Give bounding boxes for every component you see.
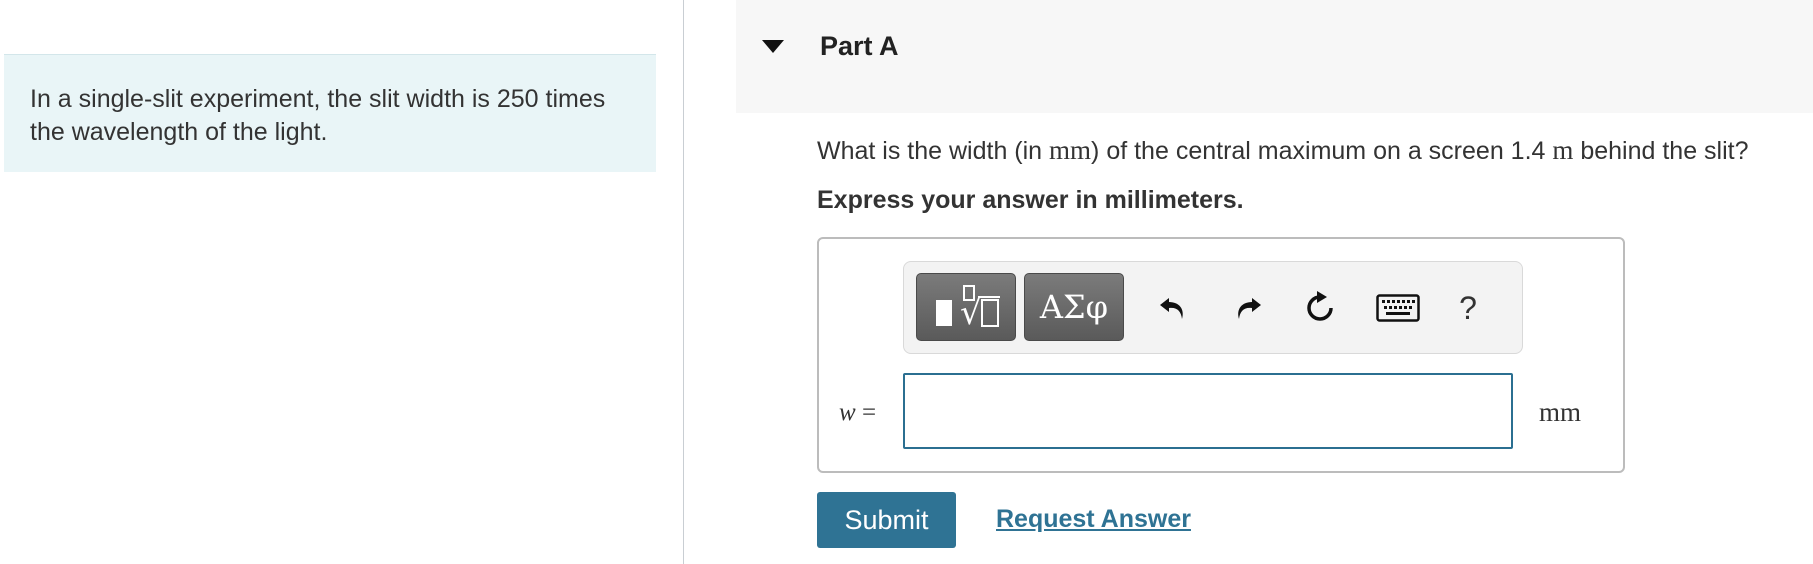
answer-variable: w xyxy=(839,399,856,426)
keyboard-icon[interactable] xyxy=(1370,284,1426,332)
panel-divider xyxy=(683,0,684,564)
problem-intro-panel: In a single-slit experiment, the slit wi… xyxy=(0,0,682,564)
svg-text:√: √ xyxy=(960,293,982,330)
problem-intro: In a single-slit experiment, the slit wi… xyxy=(4,54,656,172)
question-text-end: behind the slit? xyxy=(1573,137,1749,165)
part-title: Part A xyxy=(820,31,899,61)
question-unit-mm: mm xyxy=(1049,135,1092,165)
templates-button[interactable]: √ xyxy=(916,273,1016,341)
answer-box: √ ΑΣφ ? w = mm xyxy=(817,237,1625,473)
templates-icon: √ xyxy=(926,280,1006,335)
greek-symbols-button[interactable]: ΑΣφ xyxy=(1024,273,1124,341)
question-unit-m: m xyxy=(1552,135,1574,165)
undo-icon[interactable] xyxy=(1149,284,1197,332)
question-text-start: What is the width (in xyxy=(817,137,1050,165)
answer-input[interactable] xyxy=(903,373,1513,449)
redo-icon[interactable] xyxy=(1224,284,1272,332)
math-toolbar: √ ΑΣφ ? xyxy=(903,261,1523,354)
answer-unit: mm xyxy=(1539,397,1582,427)
request-answer-link[interactable]: Request Answer xyxy=(996,505,1191,534)
question-text-middle: ) of the central maximum on a screen 1.4 xyxy=(1091,137,1553,165)
part-header[interactable]: Part A xyxy=(736,0,1813,113)
problem-intro-text: In a single-slit experiment, the slit wi… xyxy=(30,85,606,146)
question-text: What is the width (in mm) of the central… xyxy=(817,135,1749,166)
answer-equals: = xyxy=(855,399,877,426)
reset-icon[interactable] xyxy=(1296,284,1344,332)
triangle-down-icon[interactable] xyxy=(762,40,784,54)
answer-instruction: Express your answer in millimeters. xyxy=(817,186,1244,214)
help-button[interactable]: ? xyxy=(1444,284,1492,332)
answer-variable-label: w = xyxy=(839,399,876,427)
submit-button[interactable]: Submit xyxy=(817,492,956,548)
